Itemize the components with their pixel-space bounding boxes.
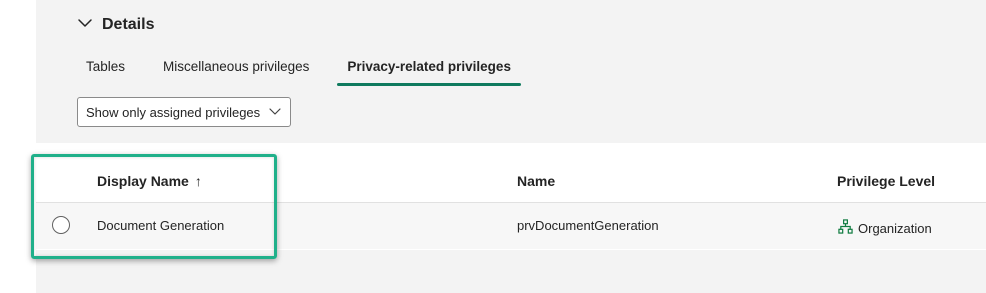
chevron-down-icon <box>268 104 282 121</box>
table-row[interactable]: Document Generation prvDocumentGeneratio… <box>36 203 986 249</box>
sort-ascending-icon: ↑ <box>194 173 202 189</box>
column-header-display-name[interactable]: Display Name ↑ <box>97 173 202 189</box>
organization-icon <box>838 219 853 237</box>
left-strip <box>0 0 36 293</box>
filter-selected-value: Show only assigned privileges <box>86 104 261 120</box>
details-panel: Details Tables Miscellaneous privileges … <box>36 0 986 293</box>
row-display-name: Document Generation <box>97 218 225 233</box>
row-privilege-level-label: Organization <box>858 220 932 236</box>
privilege-filter-dropdown[interactable]: Show only assigned privileges <box>77 97 291 127</box>
row-name: prvDocumentGeneration <box>517 218 659 233</box>
details-title: Details <box>102 16 155 33</box>
details-toggle[interactable]: Details <box>76 14 154 36</box>
tab-privacy-related-privileges[interactable]: Privacy-related privileges <box>337 50 521 86</box>
column-header-privilege-level[interactable]: Privilege Level <box>837 173 935 189</box>
privilege-tabs: Tables Miscellaneous privileges Privacy-… <box>76 50 539 86</box>
column-header-display-name-label: Display Name <box>97 173 189 189</box>
chevron-down-icon <box>76 14 94 37</box>
privileges-grid: Display Name ↑ Name Privilege Level Docu… <box>36 143 986 250</box>
column-header-name[interactable]: Name <box>517 173 555 189</box>
tab-miscellaneous-privileges[interactable]: Miscellaneous privileges <box>153 50 319 86</box>
row-privilege-level: Organization <box>838 219 932 237</box>
grid-header: Display Name ↑ Name Privilege Level <box>36 157 986 203</box>
row-select-radio[interactable] <box>52 216 70 234</box>
tab-tables[interactable]: Tables <box>76 50 135 86</box>
